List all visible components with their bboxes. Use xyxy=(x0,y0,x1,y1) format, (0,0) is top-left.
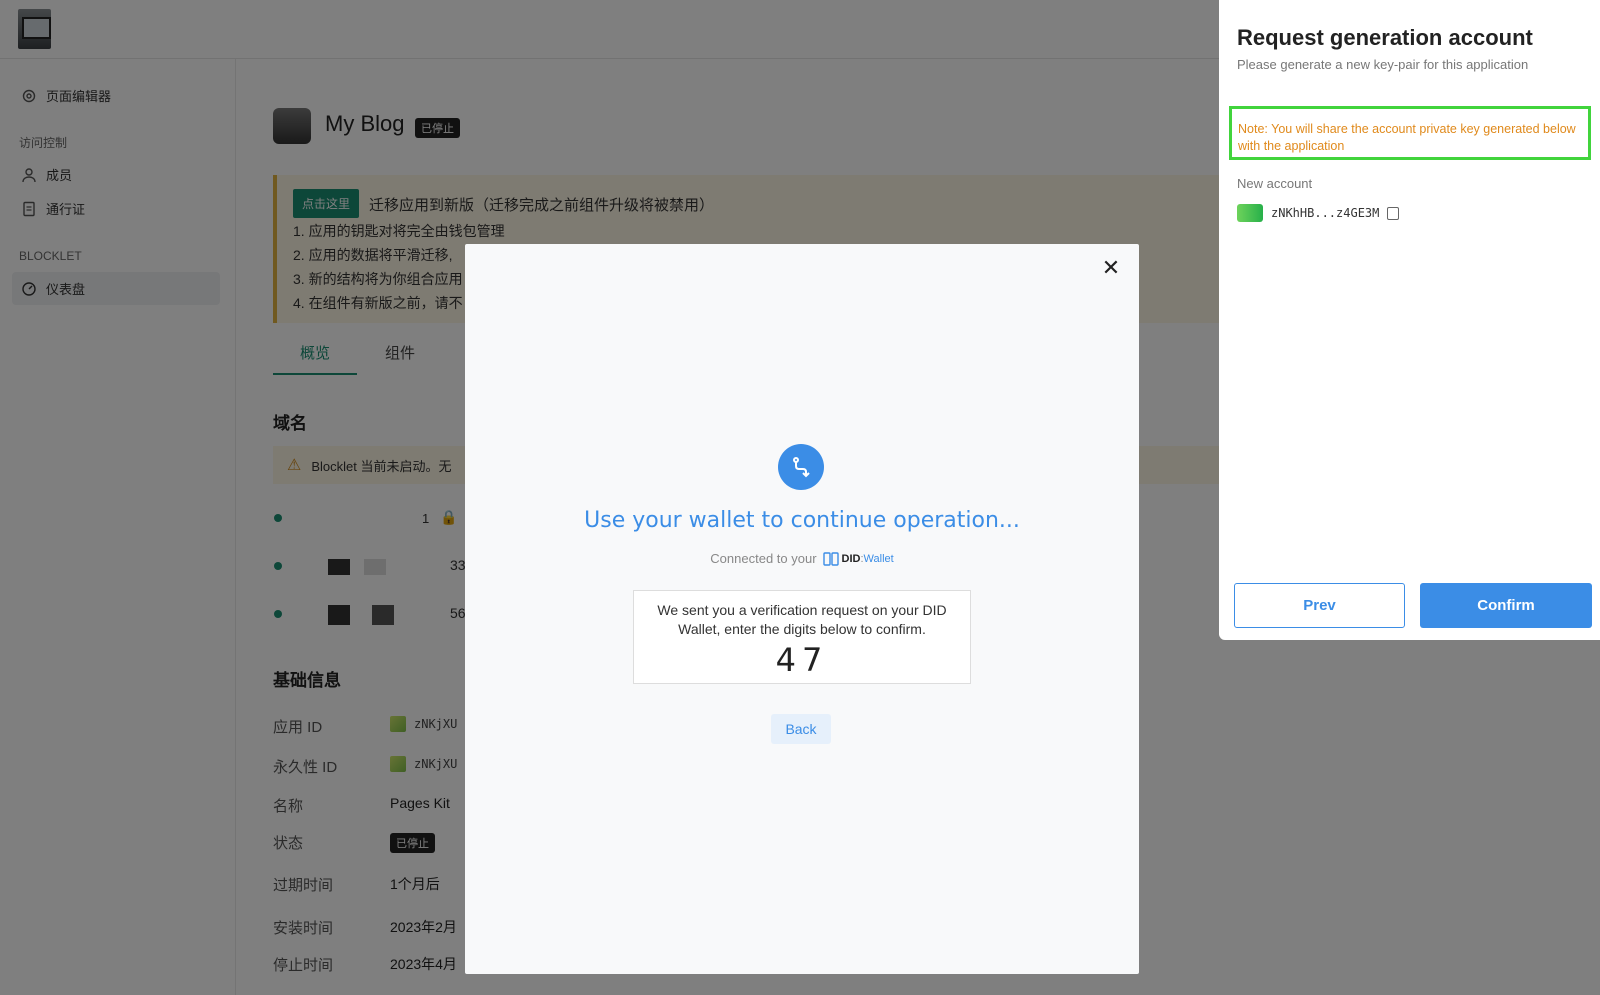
confirm-button[interactable]: Confirm xyxy=(1420,583,1592,628)
verification-box: We sent you a verification request on yo… xyxy=(633,590,971,684)
panel-subtitle: Please generate a new key-pair for this … xyxy=(1237,57,1529,72)
request-account-panel: Request generation account Please genera… xyxy=(1219,0,1600,640)
prev-button[interactable]: Prev xyxy=(1234,583,1405,628)
new-account-label: New account xyxy=(1237,176,1313,191)
did-wallet-logo: DID: Wallet xyxy=(822,551,894,566)
account-address: zNKhHB...z4GE3M xyxy=(1271,206,1380,220)
verification-text: We sent you a verification request on yo… xyxy=(657,602,947,637)
back-button[interactable]: Back xyxy=(771,714,831,744)
close-icon[interactable]: ✕ xyxy=(1097,254,1125,282)
wallet-dialog: ✕ Use your wallet to continue operation.… xyxy=(465,244,1139,974)
verification-digits: 47 xyxy=(775,641,829,679)
dialog-title: Use your wallet to continue operation... xyxy=(584,508,1020,533)
connected-info: Connected to your DID: Wallet xyxy=(465,551,1139,566)
private-key-note: Note: You will share the account private… xyxy=(1229,106,1591,160)
panel-title: Request generation account xyxy=(1237,25,1533,50)
new-account: zNKhHB...z4GE3M xyxy=(1237,204,1400,222)
copy-icon[interactable] xyxy=(1387,206,1400,220)
connected-text: Connected to your xyxy=(710,551,817,566)
route-icon xyxy=(778,444,824,490)
account-avatar xyxy=(1237,204,1263,222)
